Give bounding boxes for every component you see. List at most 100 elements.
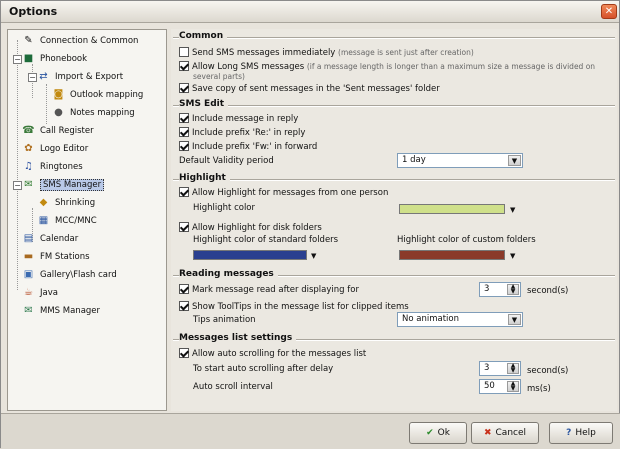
tree-item-sms-manager[interactable]: ✉ SMS Manager <box>22 178 105 192</box>
prefix-fw-checkbox[interactable] <box>179 141 189 151</box>
prefix-re-checkbox[interactable] <box>179 127 189 137</box>
gallery-icon: ▣ <box>23 269 34 280</box>
mark-read-spinner[interactable]: 3 ▲ ▼ <box>479 282 521 297</box>
options-tree[interactable]: ✎ Connection & Common − ■ Phonebook − ⇄ … <box>7 29 167 411</box>
custom-folders-color-swatch[interactable] <box>399 250 505 260</box>
chevron-down-icon: ▼ <box>508 314 521 325</box>
validity-select[interactable]: 1 day ▼ <box>397 153 523 168</box>
help-icon: ? <box>566 428 572 438</box>
tree-item-ringtones[interactable]: ♫ Ringtones <box>22 160 83 174</box>
standard-folders-color-swatch[interactable] <box>193 250 307 260</box>
tree-item-fm-stations[interactable]: ▬ FM Stations <box>22 250 90 264</box>
tree-item-mcc-mnc[interactable]: ▦ MCC/MNC <box>37 214 97 228</box>
chevron-down-icon[interactable]: ▼ <box>510 206 515 214</box>
tree-item-java[interactable]: ☕ Java <box>22 286 58 300</box>
highlight-title: Highlight <box>179 173 230 183</box>
send-immediately-checkbox[interactable] <box>179 47 189 57</box>
fm-stations-icon: ▬ <box>23 251 34 262</box>
phonebook-expander[interactable]: − <box>13 55 22 64</box>
sms-manager-expander[interactable]: − <box>13 181 22 190</box>
import-export-expander[interactable]: − <box>28 73 37 82</box>
options-window: Options ✕ ✎ Connection & Common − ■ Phon… <box>0 0 620 449</box>
sms-edit-title: SMS Edit <box>179 99 229 109</box>
logo-editor-icon: ✿ <box>24 143 33 154</box>
highlight-color-swatch[interactable] <box>399 204 505 214</box>
cancel-button[interactable]: ✖ Cancel <box>471 422 539 444</box>
tips-animation-label: Tips animation <box>193 315 256 325</box>
spinner-arrows-icon[interactable]: ▲ ▼ <box>507 284 519 295</box>
highlight-color-label: Highlight color <box>193 203 256 213</box>
tree-item-shrinking[interactable]: ◆ Shrinking <box>37 196 95 210</box>
tips-animation-select[interactable]: No animation ▼ <box>397 312 523 327</box>
tree-item-logo-editor[interactable]: ✿ Logo Editor <box>22 142 88 156</box>
phonebook-icon: ■ <box>23 53 34 64</box>
interval-label: Auto scroll interval <box>193 382 273 392</box>
save-copy-checkbox[interactable] <box>179 83 189 93</box>
ok-button[interactable]: ✔ Ok <box>409 422 467 444</box>
tree-item-calendar[interactable]: ▤ Calendar <box>22 232 78 246</box>
cancel-icon: ✖ <box>483 428 492 438</box>
list-settings-section: Messages list settings Allow auto scroll… <box>173 333 615 409</box>
allow-long-note-cont: several parts) <box>193 72 245 81</box>
send-immediately-option[interactable]: Send SMS messages immediately (message i… <box>179 47 474 59</box>
import-export-icon: ⇄ <box>39 71 48 82</box>
auto-scroll-option[interactable]: Allow auto scrolling for the messages li… <box>179 348 366 360</box>
interval-spinner[interactable]: 50 ▲ ▼ <box>479 379 521 394</box>
highlight-one-person-option[interactable]: Allow Highlight for messages from one pe… <box>179 187 388 199</box>
tree-item-import-export[interactable]: ⇄ Import & Export <box>37 70 123 84</box>
prefix-fw-option[interactable]: Include prefix 'Fw:' in forward <box>179 141 317 153</box>
show-tooltips-checkbox[interactable] <box>179 301 189 311</box>
delay-unit: second(s) <box>527 366 569 376</box>
mcc-mnc-icon: ▦ <box>38 215 49 226</box>
include-in-reply-option[interactable]: Include message in reply <box>179 113 298 125</box>
allow-long-checkbox[interactable] <box>179 61 189 71</box>
spinner-arrows-icon[interactable]: ▲ ▼ <box>507 381 519 392</box>
reading-title: Reading messages <box>179 269 278 279</box>
delay-spinner[interactable]: 3 ▲ ▼ <box>479 361 521 376</box>
window-title: Options <box>9 5 58 18</box>
title-bar: Options ✕ <box>1 1 619 23</box>
outlook-icon: ◙ <box>53 89 64 100</box>
chevron-down-icon[interactable]: ▼ <box>311 252 316 260</box>
connection-icon: ✎ <box>24 35 33 46</box>
sms-manager-icon: ✉ <box>24 179 33 190</box>
dialog-button-bar: ✔ Ok ✖ Cancel ? Help <box>1 413 620 449</box>
tree-item-call-register[interactable]: ☎ Call Register <box>22 124 93 138</box>
prefix-re-option[interactable]: Include prefix 'Re:' in reply <box>179 127 305 139</box>
tree-item-outlook-mapping[interactable]: ◙ Outlook mapping <box>52 88 144 102</box>
spinner-arrows-icon[interactable]: ▲ ▼ <box>507 363 519 374</box>
java-icon: ☕ <box>24 287 33 298</box>
tree-item-gallery[interactable]: ▣ Gallery\Flash card <box>22 268 117 282</box>
show-tooltips-option[interactable]: Show ToolTips in the message list for cl… <box>179 301 409 313</box>
calendar-icon: ▤ <box>23 233 34 244</box>
include-in-reply-checkbox[interactable] <box>179 113 189 123</box>
auto-scroll-checkbox[interactable] <box>179 348 189 358</box>
tree-item-mms-manager[interactable]: ✉ MMS Manager <box>22 304 100 318</box>
highlight-one-person-checkbox[interactable] <box>179 187 189 197</box>
close-button[interactable]: ✕ <box>601 4 617 19</box>
tree-item-notes-mapping[interactable]: ● Notes mapping <box>52 106 135 120</box>
ringtones-icon: ♫ <box>24 161 33 172</box>
save-copy-option[interactable]: Save copy of sent messages in the 'Sent … <box>179 83 440 95</box>
common-title: Common <box>179 31 228 41</box>
delay-label: To start auto scrolling after delay <box>193 364 334 374</box>
notes-icon: ● <box>54 107 63 118</box>
tree-item-phonebook[interactable]: ■ Phonebook <box>22 52 87 66</box>
standard-folders-label: Highlight color of standard folders <box>193 235 339 245</box>
mark-read-checkbox[interactable] <box>179 284 189 294</box>
mark-read-option[interactable]: Mark message read after displaying for <box>179 284 359 296</box>
reading-section: Reading messages Mark message read after… <box>173 269 615 333</box>
common-section: Common Send SMS messages immediately (me… <box>173 31 615 99</box>
chevron-down-icon[interactable]: ▼ <box>510 252 515 260</box>
list-settings-title: Messages list settings <box>179 333 297 343</box>
mark-read-unit: second(s) <box>527 286 569 296</box>
sms-manager-settings: Common Send SMS messages immediately (me… <box>171 29 617 411</box>
shrinking-icon: ◆ <box>39 197 48 208</box>
highlight-disk-folders-checkbox[interactable] <box>179 222 189 232</box>
sms-edit-section: SMS Edit Include message in reply Includ… <box>173 99 615 171</box>
mms-manager-icon: ✉ <box>24 305 33 316</box>
help-button[interactable]: ? Help <box>549 422 613 444</box>
highlight-disk-folders-option[interactable]: Allow Highlight for disk folders <box>179 222 322 234</box>
tree-item-connection[interactable]: ✎ Connection & Common <box>22 34 138 48</box>
highlight-section: Highlight Allow Highlight for messages f… <box>173 173 615 265</box>
